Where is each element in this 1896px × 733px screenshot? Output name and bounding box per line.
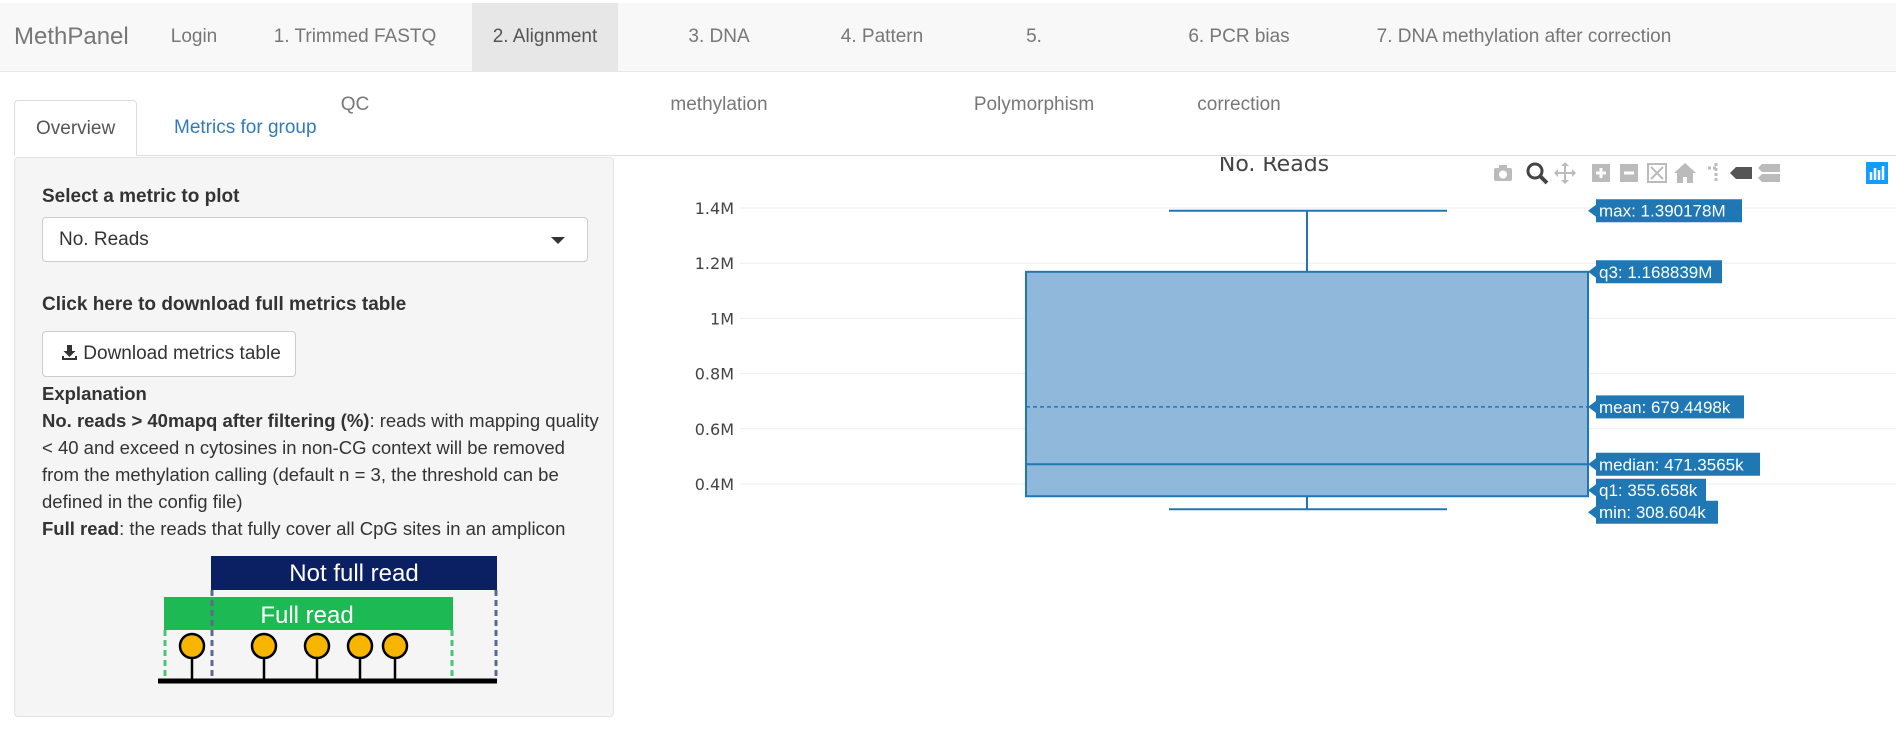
explanation-text-full-read: : the reads that fully cover all CpG sit…: [119, 518, 566, 539]
reset-axes-icon[interactable]: [1672, 160, 1698, 186]
hover-label-text: q3: 1.168839M: [1599, 263, 1712, 282]
hover-label-text: q1: 355.658k: [1599, 481, 1698, 500]
nav-item-step-7[interactable]: 7. DNA methylation after correction: [1354, 3, 1694, 71]
autoscale-icon[interactable]: [1644, 160, 1670, 186]
nav-item-step-3[interactable]: 3. DNA methylation: [618, 3, 820, 115]
explanation-term-full-read: Full read: [42, 518, 120, 539]
box-iqr: [1025, 270, 1589, 498]
hover-label-median: median: 471.3565k: [1588, 452, 1760, 476]
nav-item-step-6[interactable]: 6. PCR bias correction: [1124, 3, 1354, 115]
spike-lines-icon[interactable]: [1702, 160, 1728, 186]
y-tick-label: 1M: [710, 309, 734, 328]
download-label: Click here to download full metrics tabl…: [42, 294, 407, 315]
zoom-out-icon[interactable]: [1616, 160, 1642, 186]
nav-item-step-1[interactable]: 1. Trimmed FASTQ QC: [238, 3, 472, 115]
download-icon: [62, 345, 77, 360]
hover-label-mean: mean: 679.4498k: [1588, 395, 1744, 419]
sidebar-panel: Select a metric to plot No. Reads Click …: [14, 157, 614, 717]
hover-compare-icon[interactable]: [1756, 160, 1782, 186]
box-plot[interactable]: 0.4M 0.6M 0.8M 1M 1.2M 1.4M No. Reads max: 1.…: [640, 157, 1896, 727]
full-read-label: Full read: [260, 602, 353, 629]
hover-label-text: max: 1.390178M: [1599, 202, 1726, 221]
metric-select-value: No. Reads: [59, 229, 149, 250]
hover-label-min: min: 308.604k: [1588, 500, 1718, 524]
tab-metrics-for-group[interactable]: Metrics for group: [153, 100, 338, 155]
tab-bar: Overview Metrics for group: [14, 100, 1896, 156]
nav-item-step-2[interactable]: 2. Alignment: [472, 3, 618, 71]
nav-item-step-4[interactable]: 4. Pattern: [820, 3, 944, 71]
chart-title: No. Reads: [1219, 157, 1329, 177]
camera-icon[interactable]: [1490, 160, 1516, 186]
y-tick-label: 1.4M: [695, 199, 734, 218]
explanation-title: Explanation: [42, 383, 147, 404]
navbar: MethPanel Login 1. Trimmed FASTQ QC 2. Ali…: [0, 3, 1896, 115]
explanation: Explanation No. reads > 40mapq after fil…: [42, 380, 602, 542]
y-tick-label: 0.6M: [695, 420, 734, 439]
y-tick-label: 0.4M: [695, 475, 734, 494]
hover-closest-icon[interactable]: [1728, 160, 1754, 186]
metric-select[interactable]: No. Reads: [42, 217, 588, 262]
download-button-label: Download metrics table: [83, 343, 281, 364]
pan-icon[interactable]: [1552, 160, 1578, 186]
plotly-logo-icon[interactable]: [1864, 160, 1890, 186]
hover-label-max: max: 1.390178M: [1588, 199, 1742, 223]
y-tick-label: 1.2M: [695, 254, 734, 273]
download-metrics-button[interactable]: Download metrics table: [42, 331, 296, 377]
nav-item-step-5[interactable]: 5. Polymorphism: [944, 3, 1124, 115]
hover-label-text: min: 308.604k: [1599, 503, 1706, 522]
explanation-term-40mapq: No. reads > 40mapq after filtering (%): [42, 410, 370, 431]
brand-title[interactable]: MethPanel: [14, 3, 129, 71]
tab-overview[interactable]: Overview: [14, 100, 138, 156]
not-full-read-label: Not full read: [289, 560, 418, 587]
hover-label-q3: q3: 1.168839M: [1588, 260, 1722, 284]
hover-label-text: median: 471.3565k: [1599, 455, 1744, 474]
nav-item-login[interactable]: Login: [150, 3, 238, 71]
hover-label-text: mean: 679.4498k: [1599, 398, 1731, 417]
y-tick-label: 0.8M: [695, 365, 734, 384]
zoom-icon[interactable]: [1524, 160, 1550, 186]
zoom-in-icon[interactable]: [1588, 160, 1614, 186]
chevron-down-icon: [551, 237, 565, 244]
full-read-figure: Not full read Full read: [134, 546, 504, 692]
select-metric-label: Select a metric to plot: [42, 186, 240, 207]
hover-label-q1: q1: 355.658k: [1588, 478, 1706, 502]
